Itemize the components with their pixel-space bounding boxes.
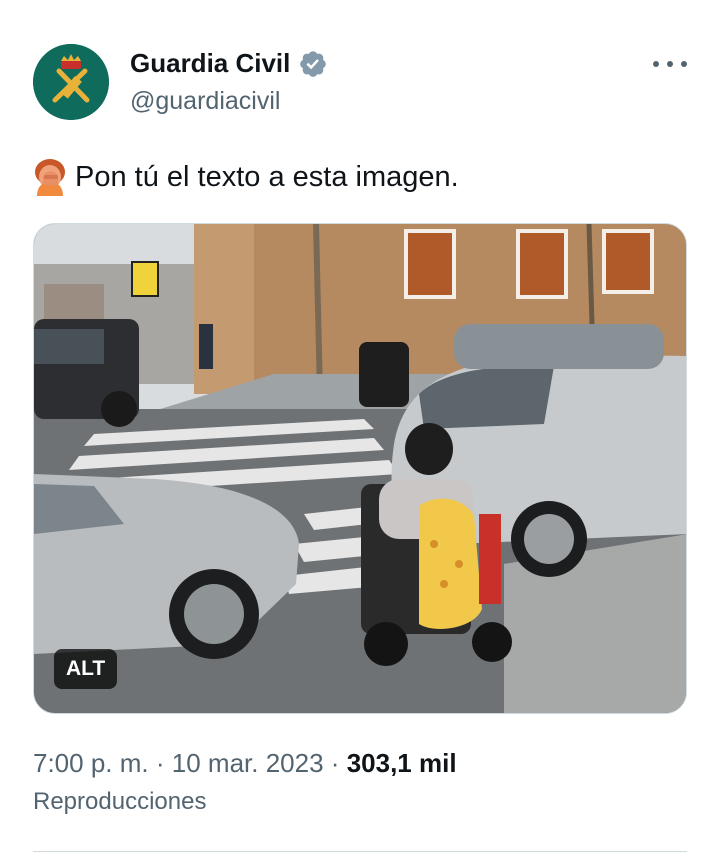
author-display-name[interactable]: Guardia Civil — [130, 48, 290, 79]
tweet-text: Pon tú el texto a esta imagen. — [33, 158, 459, 196]
guardia-civil-emblem-icon — [33, 44, 109, 120]
tweet-body: Pon tú el texto a esta imagen. — [75, 160, 459, 193]
street-photo — [34, 224, 686, 713]
verified-badge-icon — [300, 50, 327, 77]
facepalm-emoji-icon — [35, 159, 65, 196]
author-handle[interactable]: @guardiacivil — [130, 87, 280, 116]
tweet-meta: 7:00 p. m. · 10 mar. 2023 · 303,1 mil — [33, 748, 457, 779]
meta-separator: · — [330, 748, 340, 778]
dot — [681, 61, 687, 67]
alt-text-badge[interactable]: ALT — [54, 649, 118, 689]
view-count: 303,1 mil — [346, 748, 457, 778]
tweet-media-photo[interactable]: ALT — [33, 223, 687, 714]
more-options-icon[interactable] — [653, 52, 687, 76]
dot — [653, 61, 659, 67]
tweet-time[interactable]: 7:00 p. m. — [33, 748, 149, 778]
views-label: Reproducciones — [33, 788, 207, 815]
dot — [667, 61, 673, 67]
author-name-row: Guardia Civil — [130, 48, 328, 79]
meta-separator: · — [155, 748, 165, 778]
divider — [33, 851, 687, 852]
tweet-date[interactable]: 10 mar. 2023 — [172, 748, 324, 778]
avatar[interactable] — [33, 44, 109, 120]
